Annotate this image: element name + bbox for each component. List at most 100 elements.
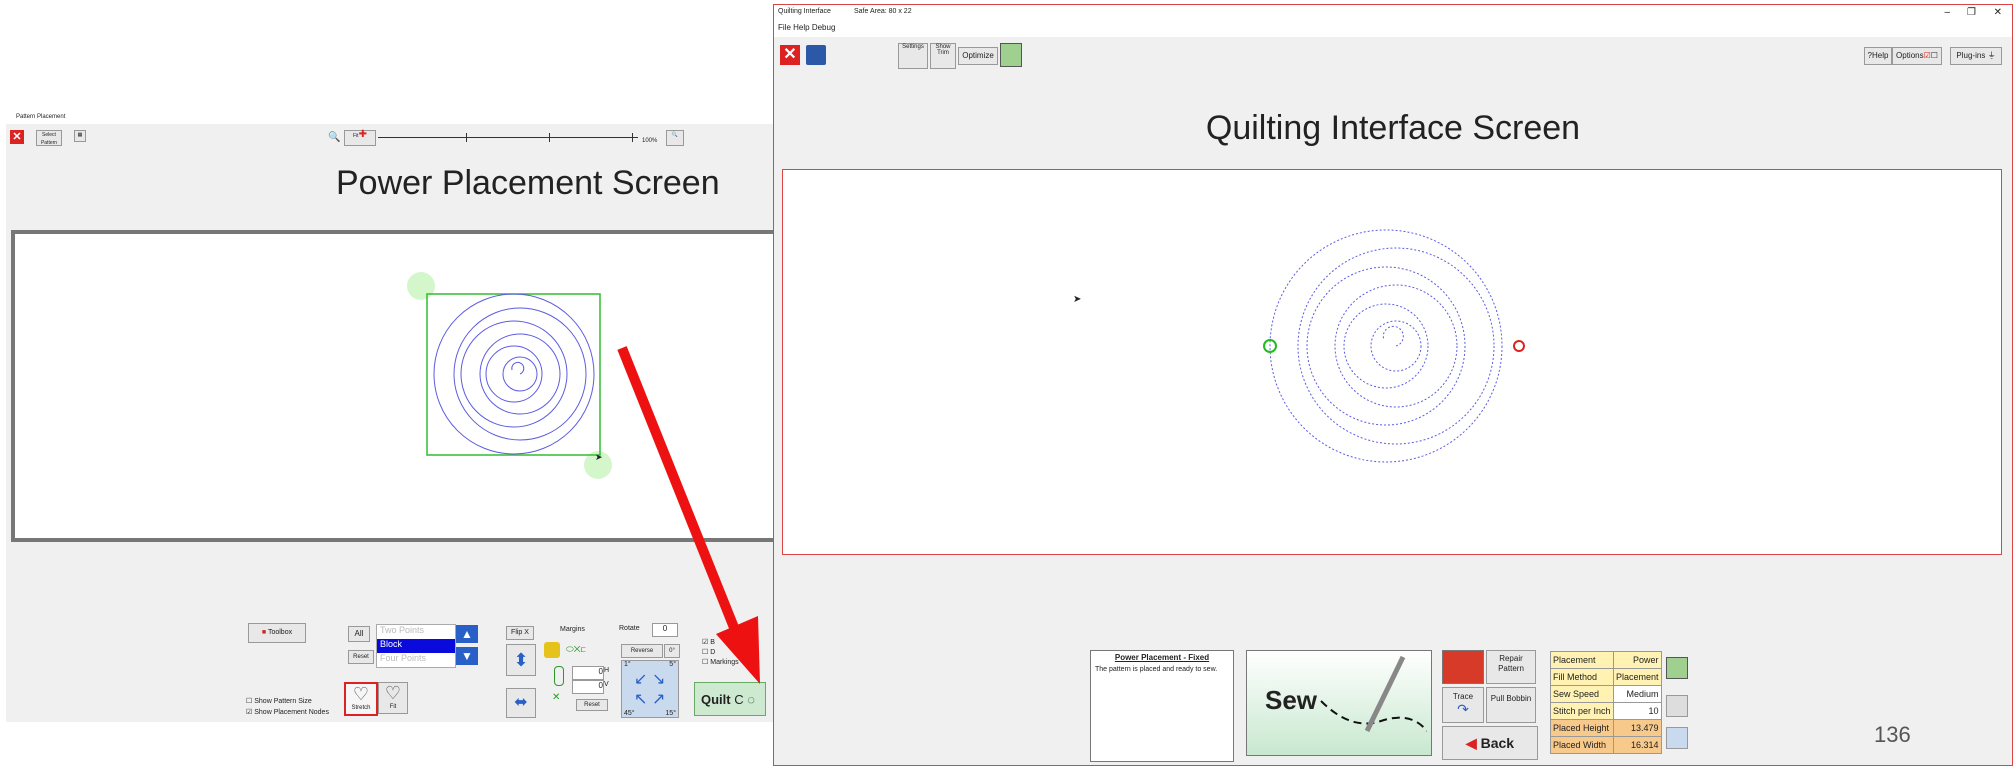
right-title-bar: Quilting Interface Safe Area: 80 x 22 Fi… (774, 5, 2012, 37)
menu-file[interactable]: File (778, 23, 791, 32)
move-up-button[interactable]: ▲ (456, 625, 478, 643)
zoom-in-icon[interactable]: 🔍 (666, 130, 684, 146)
margin-v-input[interactable]: 0 (572, 680, 604, 694)
repair-pattern-button[interactable]: Repair Pattern (1486, 650, 1536, 684)
h-label: H (604, 667, 610, 674)
arrow-head (716, 616, 760, 684)
power-placement-heading: Power Placement Screen (336, 164, 720, 202)
margins-label: Margins (560, 626, 585, 633)
repair-pattern-label: Repair Pattern (1498, 654, 1524, 673)
margin-vertical-x-icon[interactable]: ✕ (552, 692, 560, 703)
sew-label: Sew (1265, 685, 1318, 715)
optimize-button[interactable]: Optimize (958, 47, 998, 65)
lock-icon[interactable] (544, 642, 560, 658)
move-down-button[interactable]: ▼ (456, 647, 478, 665)
margin-horizontal-icon[interactable]: ⬭✕⊏ (566, 644, 602, 656)
help-label: Help (1872, 51, 1889, 60)
all-label: All (354, 629, 364, 638)
plugins-label: Plug-ins (1956, 51, 1986, 60)
margin-h-input[interactable]: 0 (572, 666, 604, 680)
settings-button[interactable]: Settings (898, 43, 928, 69)
window-close-icon[interactable]: ✕ (1994, 7, 2002, 18)
reset-button[interactable]: Reset (348, 650, 374, 664)
show-trim-button[interactable]: Show Trim (930, 43, 956, 69)
status-panel: Power Placement - Fixed The pattern is p… (1090, 650, 1234, 762)
quilting-interface-window: Quilting Interface Safe Area: 80 x 22 Fi… (773, 4, 2013, 766)
resize-icon[interactable] (1666, 727, 1688, 749)
slider-tick (549, 133, 550, 142)
option-block[interactable]: Block (377, 639, 455, 653)
restore-icon[interactable]: ❐ (1967, 7, 1976, 18)
reset-label: Reset (353, 654, 369, 660)
menu-bar: File Help Debug (778, 23, 835, 32)
zoom-fit-button[interactable]: Fit✚ (344, 130, 376, 146)
status-message: The pattern is placed and ready to sew. (1095, 666, 1218, 673)
trace-label: Trace (1452, 692, 1474, 701)
toolbox-icon[interactable] (1442, 650, 1484, 684)
sew-speed-label: Sew Speed (1550, 685, 1614, 703)
table-row: Sew Speed Medium (1550, 685, 1662, 703)
sew-button[interactable]: Sew (1246, 650, 1432, 756)
table-row: Placed Height 13.479 (1550, 719, 1662, 737)
stitch-per-inch-value[interactable]: 10 (1613, 702, 1662, 720)
speed-icon[interactable] (1666, 695, 1688, 717)
back-button[interactable]: ◀ Back (1442, 726, 1538, 760)
minimize-icon[interactable]: – (1944, 7, 1950, 18)
select-pattern-button[interactable]: Select Pattern (36, 130, 62, 146)
show-pattern-size-checkbox[interactable]: ☐ Show Pattern Size (246, 697, 312, 705)
safe-area-label: Safe Area: 80 x 22 (854, 8, 912, 15)
trace-button[interactable]: Trace ↷ (1442, 687, 1484, 723)
rotate-45-label: 45° (624, 710, 635, 717)
option-four-points[interactable]: Four Points (377, 653, 455, 667)
menu-debug[interactable]: Debug (812, 23, 836, 32)
pattern-bounding-box (426, 293, 601, 456)
save-icon[interactable] (806, 45, 826, 65)
zoom-out-icon[interactable]: 🔍 (328, 132, 340, 144)
table-row: Placed Width 16.314 (1550, 736, 1662, 754)
quilting-canvas[interactable]: ➤ (782, 169, 2002, 555)
stretch-button[interactable]: ♡ Stretch (344, 682, 378, 716)
quilting-interface-heading: Quilting Interface Screen (1205, 109, 1581, 147)
all-button[interactable]: All (348, 626, 370, 642)
table-row: Placement Power (1550, 651, 1662, 669)
margin-vertical-icon[interactable] (554, 666, 564, 686)
margin-reset-button[interactable]: Reset (576, 699, 608, 711)
close-icon[interactable]: ✕ (10, 130, 24, 144)
needle-icon (1320, 655, 1427, 733)
flip-vertical-icon[interactable]: ⬍ (506, 644, 536, 676)
heart-icon: ♡ (384, 683, 402, 703)
plug-icon: ⏚ (1987, 51, 1996, 60)
show-trim-label: Show Trim (935, 44, 951, 56)
option-two-points[interactable]: Two Points (377, 625, 455, 639)
options-button[interactable]: Options☑☐ (1892, 47, 1942, 65)
left-title-bar: Pattern Placement (6, 110, 776, 124)
menu-help[interactable]: Help (793, 23, 809, 32)
flip-x-button[interactable]: Flip X (506, 626, 534, 640)
placement-icon[interactable] (1666, 657, 1688, 679)
right-window-title: Quilting Interface (778, 8, 831, 15)
export-icon[interactable] (1000, 43, 1022, 67)
cursor-icon: ➤ (1073, 294, 1081, 305)
grid-icon[interactable]: ▦ (74, 130, 86, 142)
node-glow (407, 272, 435, 300)
flip-horizontal-icon[interactable]: ⬌ (506, 688, 536, 718)
toolbox-button[interactable]: ■ Toolbox (248, 623, 306, 643)
close-icon[interactable]: ✕ (780, 45, 800, 65)
rotate-15-label: 15° (665, 710, 676, 717)
settings-label: Settings (902, 44, 924, 50)
slider-tick (466, 133, 467, 142)
margin-reset-label: Reset (584, 702, 600, 708)
fit-button[interactable]: ♡ Fit (378, 682, 408, 714)
stretch-label: Stretch (351, 705, 371, 711)
zoom-slider[interactable] (378, 137, 638, 138)
pull-bobbin-button[interactable]: Pull Bobbin (1486, 687, 1536, 723)
back-arrow-icon: ◀ (1465, 735, 1477, 751)
placed-width-value: 16.314 (1613, 736, 1662, 754)
help-button[interactable]: ?Help (1864, 47, 1892, 65)
sew-speed-value[interactable]: Medium (1613, 685, 1662, 703)
plugins-button[interactable]: Plug-ins ⏚ (1950, 47, 2002, 65)
spiral-stitch-path: ➤ (1073, 229, 1525, 463)
show-placement-nodes-checkbox[interactable]: ☑ Show Placement Nodes (246, 708, 329, 716)
flip-x-label: Flip X (511, 629, 529, 636)
placement-method-list[interactable]: Two Points Block Four Points (376, 624, 456, 668)
